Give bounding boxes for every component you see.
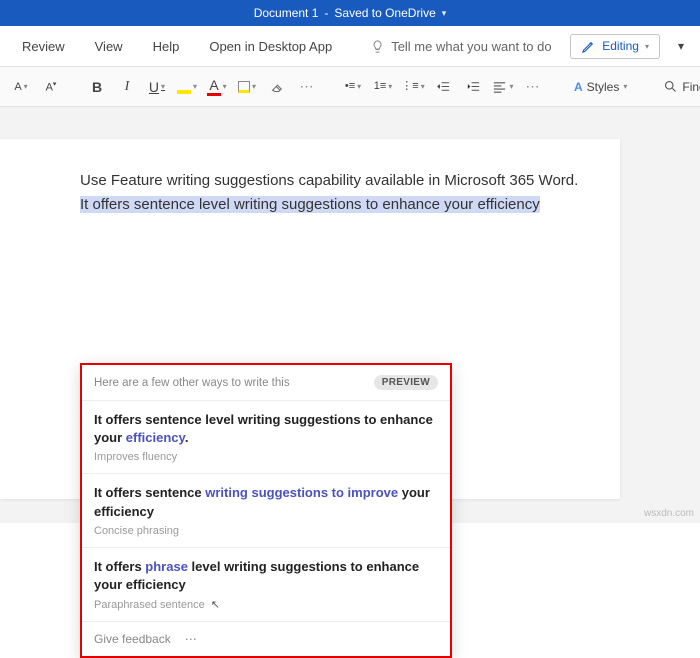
suggestion-hint: Paraphrased sentence↖ xyxy=(94,598,438,611)
preview-badge: PREVIEW xyxy=(374,375,438,390)
tell-me-search[interactable]: Tell me what you want to do xyxy=(360,33,561,60)
chevron-down-icon: ▾ xyxy=(623,82,627,91)
suggestion-hint: Improves fluency xyxy=(94,451,438,463)
pencil-icon xyxy=(581,39,596,54)
more-para-button[interactable]: ⋯ xyxy=(520,74,546,100)
font-size-dropdown[interactable]: A xyxy=(8,74,34,100)
italic-button[interactable]: I xyxy=(114,74,140,100)
tab-view[interactable]: View xyxy=(81,33,137,60)
editing-mode-button[interactable]: Editing ▾ xyxy=(570,34,660,59)
styles-dropdown[interactable]: A Styles ▾ xyxy=(566,80,635,94)
open-desktop-button[interactable]: Open in Desktop App xyxy=(195,33,346,60)
tab-help[interactable]: Help xyxy=(139,33,194,60)
suggestion-item[interactable]: It offers sentence level writing suggest… xyxy=(82,400,450,473)
text-run: Use Feature writing suggestions capabili… xyxy=(80,172,578,189)
align-button[interactable] xyxy=(490,74,516,100)
font-color-button[interactable]: A xyxy=(204,74,230,100)
suggestion-item[interactable]: It offers sentence writing suggestions t… xyxy=(82,473,450,546)
outdent-icon xyxy=(436,79,451,94)
indent-button[interactable] xyxy=(460,74,486,100)
document-text[interactable]: Use Feature writing suggestions capabili… xyxy=(80,169,590,217)
cursor-icon: ↖ xyxy=(211,599,220,611)
suggestion-hint: Concise phrasing xyxy=(94,525,438,537)
watermark: wsxdn.com xyxy=(644,508,694,519)
bullets-button[interactable]: •≡ xyxy=(340,74,366,100)
save-status[interactable]: Saved to OneDrive xyxy=(334,6,435,20)
chevron-down-icon: ▾ xyxy=(645,42,649,51)
font-color-icon: A xyxy=(207,77,220,96)
bold-button[interactable]: B xyxy=(84,74,110,100)
tell-me-label: Tell me what you want to do xyxy=(391,39,551,54)
search-icon xyxy=(663,79,678,94)
canvas: Use Feature writing suggestions capabili… xyxy=(0,107,700,523)
title-bar: Document 1 - Saved to OneDrive ▾ xyxy=(0,0,700,26)
writing-suggestions-panel: Here are a few other ways to write this … xyxy=(80,363,452,658)
chevron-down-icon: ▾ xyxy=(678,39,684,53)
clear-format-button[interactable] xyxy=(264,74,290,100)
more-options-button[interactable]: ⋯ xyxy=(185,632,197,646)
numbering-button[interactable]: 1≡ xyxy=(370,74,396,100)
ribbon-overflow-button[interactable]: ▾ xyxy=(670,35,692,57)
suggestions-footer: Give feedback ⋯ xyxy=(82,621,450,656)
suggestion-item[interactable]: It offers phrase level writing suggestio… xyxy=(82,547,450,621)
selected-text: It offers sentence level writing suggest… xyxy=(80,196,540,213)
lightbulb-icon xyxy=(370,39,385,54)
tab-review[interactable]: Review xyxy=(8,33,79,60)
doc-title: Document 1 xyxy=(254,6,319,20)
chevron-down-icon[interactable]: ▾ xyxy=(442,8,447,19)
eraser-icon xyxy=(270,79,285,94)
suggestions-header: Here are a few other ways to write this … xyxy=(82,365,450,400)
indent-icon xyxy=(466,79,481,94)
menu-bar: Review View Help Open in Desktop App Tel… xyxy=(0,26,700,67)
more-font-button[interactable]: ⋯ xyxy=(294,74,320,100)
find-dropdown[interactable]: Find ▾ xyxy=(655,79,700,94)
highlight-icon xyxy=(177,80,191,94)
multilevel-button[interactable]: ⋮≡ xyxy=(400,74,426,100)
shading-button[interactable] xyxy=(234,74,260,100)
paint-bucket-icon xyxy=(238,81,250,93)
give-feedback-link[interactable]: Give feedback xyxy=(94,632,171,646)
numbering-icon: 1≡ xyxy=(374,81,387,92)
align-left-icon xyxy=(492,79,507,94)
underline-button[interactable]: U xyxy=(144,74,170,100)
title-sep: - xyxy=(324,6,328,20)
outdent-button[interactable] xyxy=(430,74,456,100)
bullets-icon: •≡ xyxy=(345,81,355,92)
decrease-font-button[interactable]: A▾ xyxy=(38,74,64,100)
multilevel-icon: ⋮≡ xyxy=(401,81,418,92)
highlight-button[interactable] xyxy=(174,74,200,100)
formatting-toolbar: A A▾ B I U A ⋯ •≡ 1≡ ⋮≡ ⋯ A Styles ▾ Fin… xyxy=(0,67,700,107)
